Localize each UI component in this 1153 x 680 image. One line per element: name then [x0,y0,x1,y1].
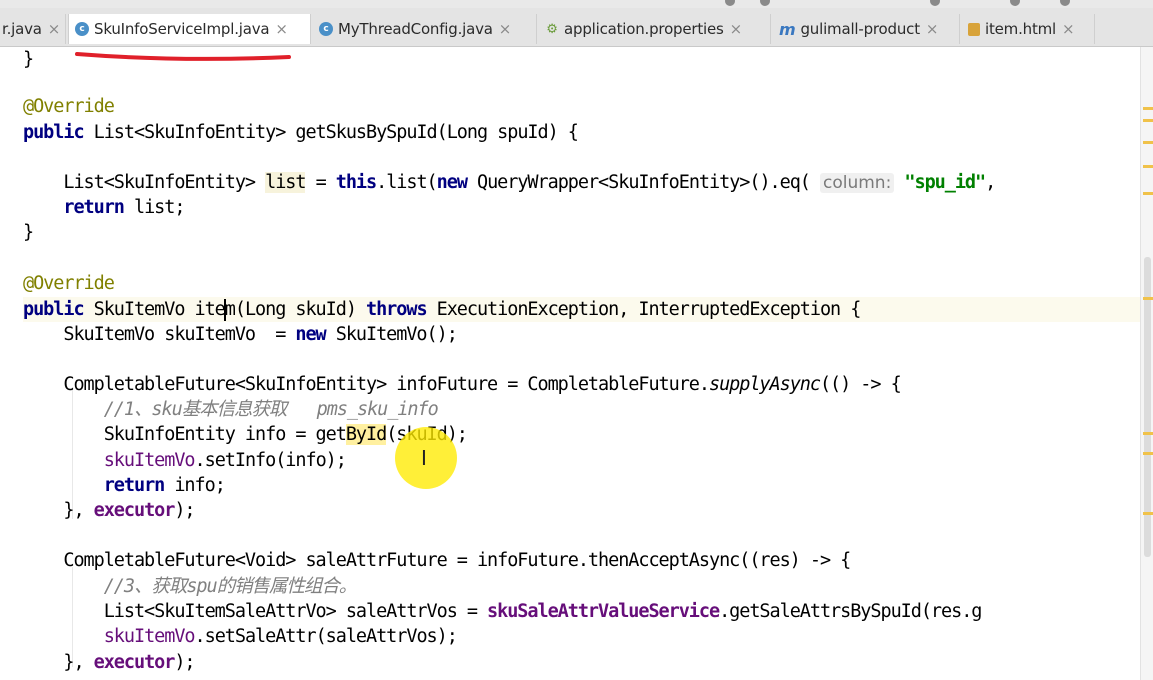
tab-label: r.java [2,20,42,38]
code-line: }, executor); [23,652,195,673]
class-icon: c [75,22,89,36]
close-icon[interactable]: × [1062,20,1075,38]
code-line: }, executor); [23,500,195,521]
code-line: skuItemVo.setSaleAttr(saleAttrVos); [103,626,458,647]
warning-marker[interactable] [1143,192,1153,195]
properties-file-icon: ⚙ [546,21,558,37]
close-icon[interactable]: × [48,20,61,38]
toolbar-button-icon[interactable] [1010,0,1020,6]
warning-marker[interactable] [1143,165,1153,168]
maven-module-icon: m [779,19,796,39]
tab-label: application.properties [564,20,724,38]
warning-marker[interactable] [1143,297,1153,300]
tab-label: MyThreadConfig.java [338,20,493,38]
editor-tab-bar: r.java × c SkuInfoServiceImpl.java × c M… [0,8,1153,47]
close-icon[interactable]: × [499,20,512,38]
warning-marker[interactable] [1143,141,1153,144]
code-line: } [23,222,34,243]
code-comment: //3、获取spu的销售属性组合。 [23,576,358,597]
tab-item-html[interactable]: item.html × [962,14,1095,44]
warning-marker[interactable] [1143,432,1153,435]
code-line: List<SkuItemSaleAttrVo> saleAttrVos = sk… [23,601,983,622]
close-icon[interactable]: × [730,20,743,38]
error-stripe-gutter[interactable] [1140,47,1153,680]
warning-marker[interactable] [1143,512,1153,515]
html-file-icon [968,22,980,36]
code-line-current: public SkuItemVo item(Long skuId) throws… [23,297,1140,322]
warning-marker[interactable] [1143,107,1153,110]
toolbar-button-icon[interactable] [930,0,940,6]
code-line: } [23,49,34,70]
toolbar-button-icon[interactable] [725,0,735,6]
text-caret [224,299,226,321]
close-icon[interactable]: × [926,20,939,38]
parameter-hint: column: [820,173,895,193]
warning-marker[interactable] [1143,452,1153,455]
code-line: skuItemVo.setInfo(info); [103,450,347,471]
tab-label: SkuInfoServiceImpl.java [94,20,270,38]
class-icon: c [319,22,333,36]
tab-application-properties[interactable]: ⚙ application.properties × [539,14,771,44]
tab-skuinfoserviceimpl[interactable]: c SkuInfoServiceImpl.java × [68,14,311,44]
tab-label: item.html [985,20,1057,38]
code-line: return list; [63,197,185,218]
code-line: @Override [23,273,115,294]
code-line: return info; [103,475,226,496]
tab-label: gulimall-product [800,20,920,38]
code-comment: //1、sku基本信息获取 pms_sku_info [23,399,439,420]
text-cursor-icon: I [421,446,427,470]
code-line: @Override [23,96,115,117]
toolbar-button-icon[interactable] [1060,0,1070,6]
toolbar-button-icon[interactable] [760,0,770,6]
tab-mythreadconfig[interactable]: c MyThreadConfig.java × [313,14,537,44]
tab-partial-java[interactable]: r.java × [0,14,66,44]
code-line: CompletableFuture<Void> saleAttrFuture =… [23,550,851,571]
close-icon[interactable]: × [275,20,288,38]
code-line: public List<SkuInfoEntity> getSkusBySpuI… [23,122,579,143]
tab-gulimall-product[interactable]: m gulimall-product × [773,14,960,44]
code-line: SkuItemVo skuItemVo = new SkuItemVo(); [23,324,458,345]
code-line: CompletableFuture<SkuInfoEntity> infoFut… [23,374,901,395]
code-editor[interactable]: } @Override public List<SkuInfoEntity> g… [0,47,1140,680]
warning-marker[interactable] [1143,119,1153,122]
code-line: List<SkuInfoEntity> list = this.list(new… [23,172,996,193]
